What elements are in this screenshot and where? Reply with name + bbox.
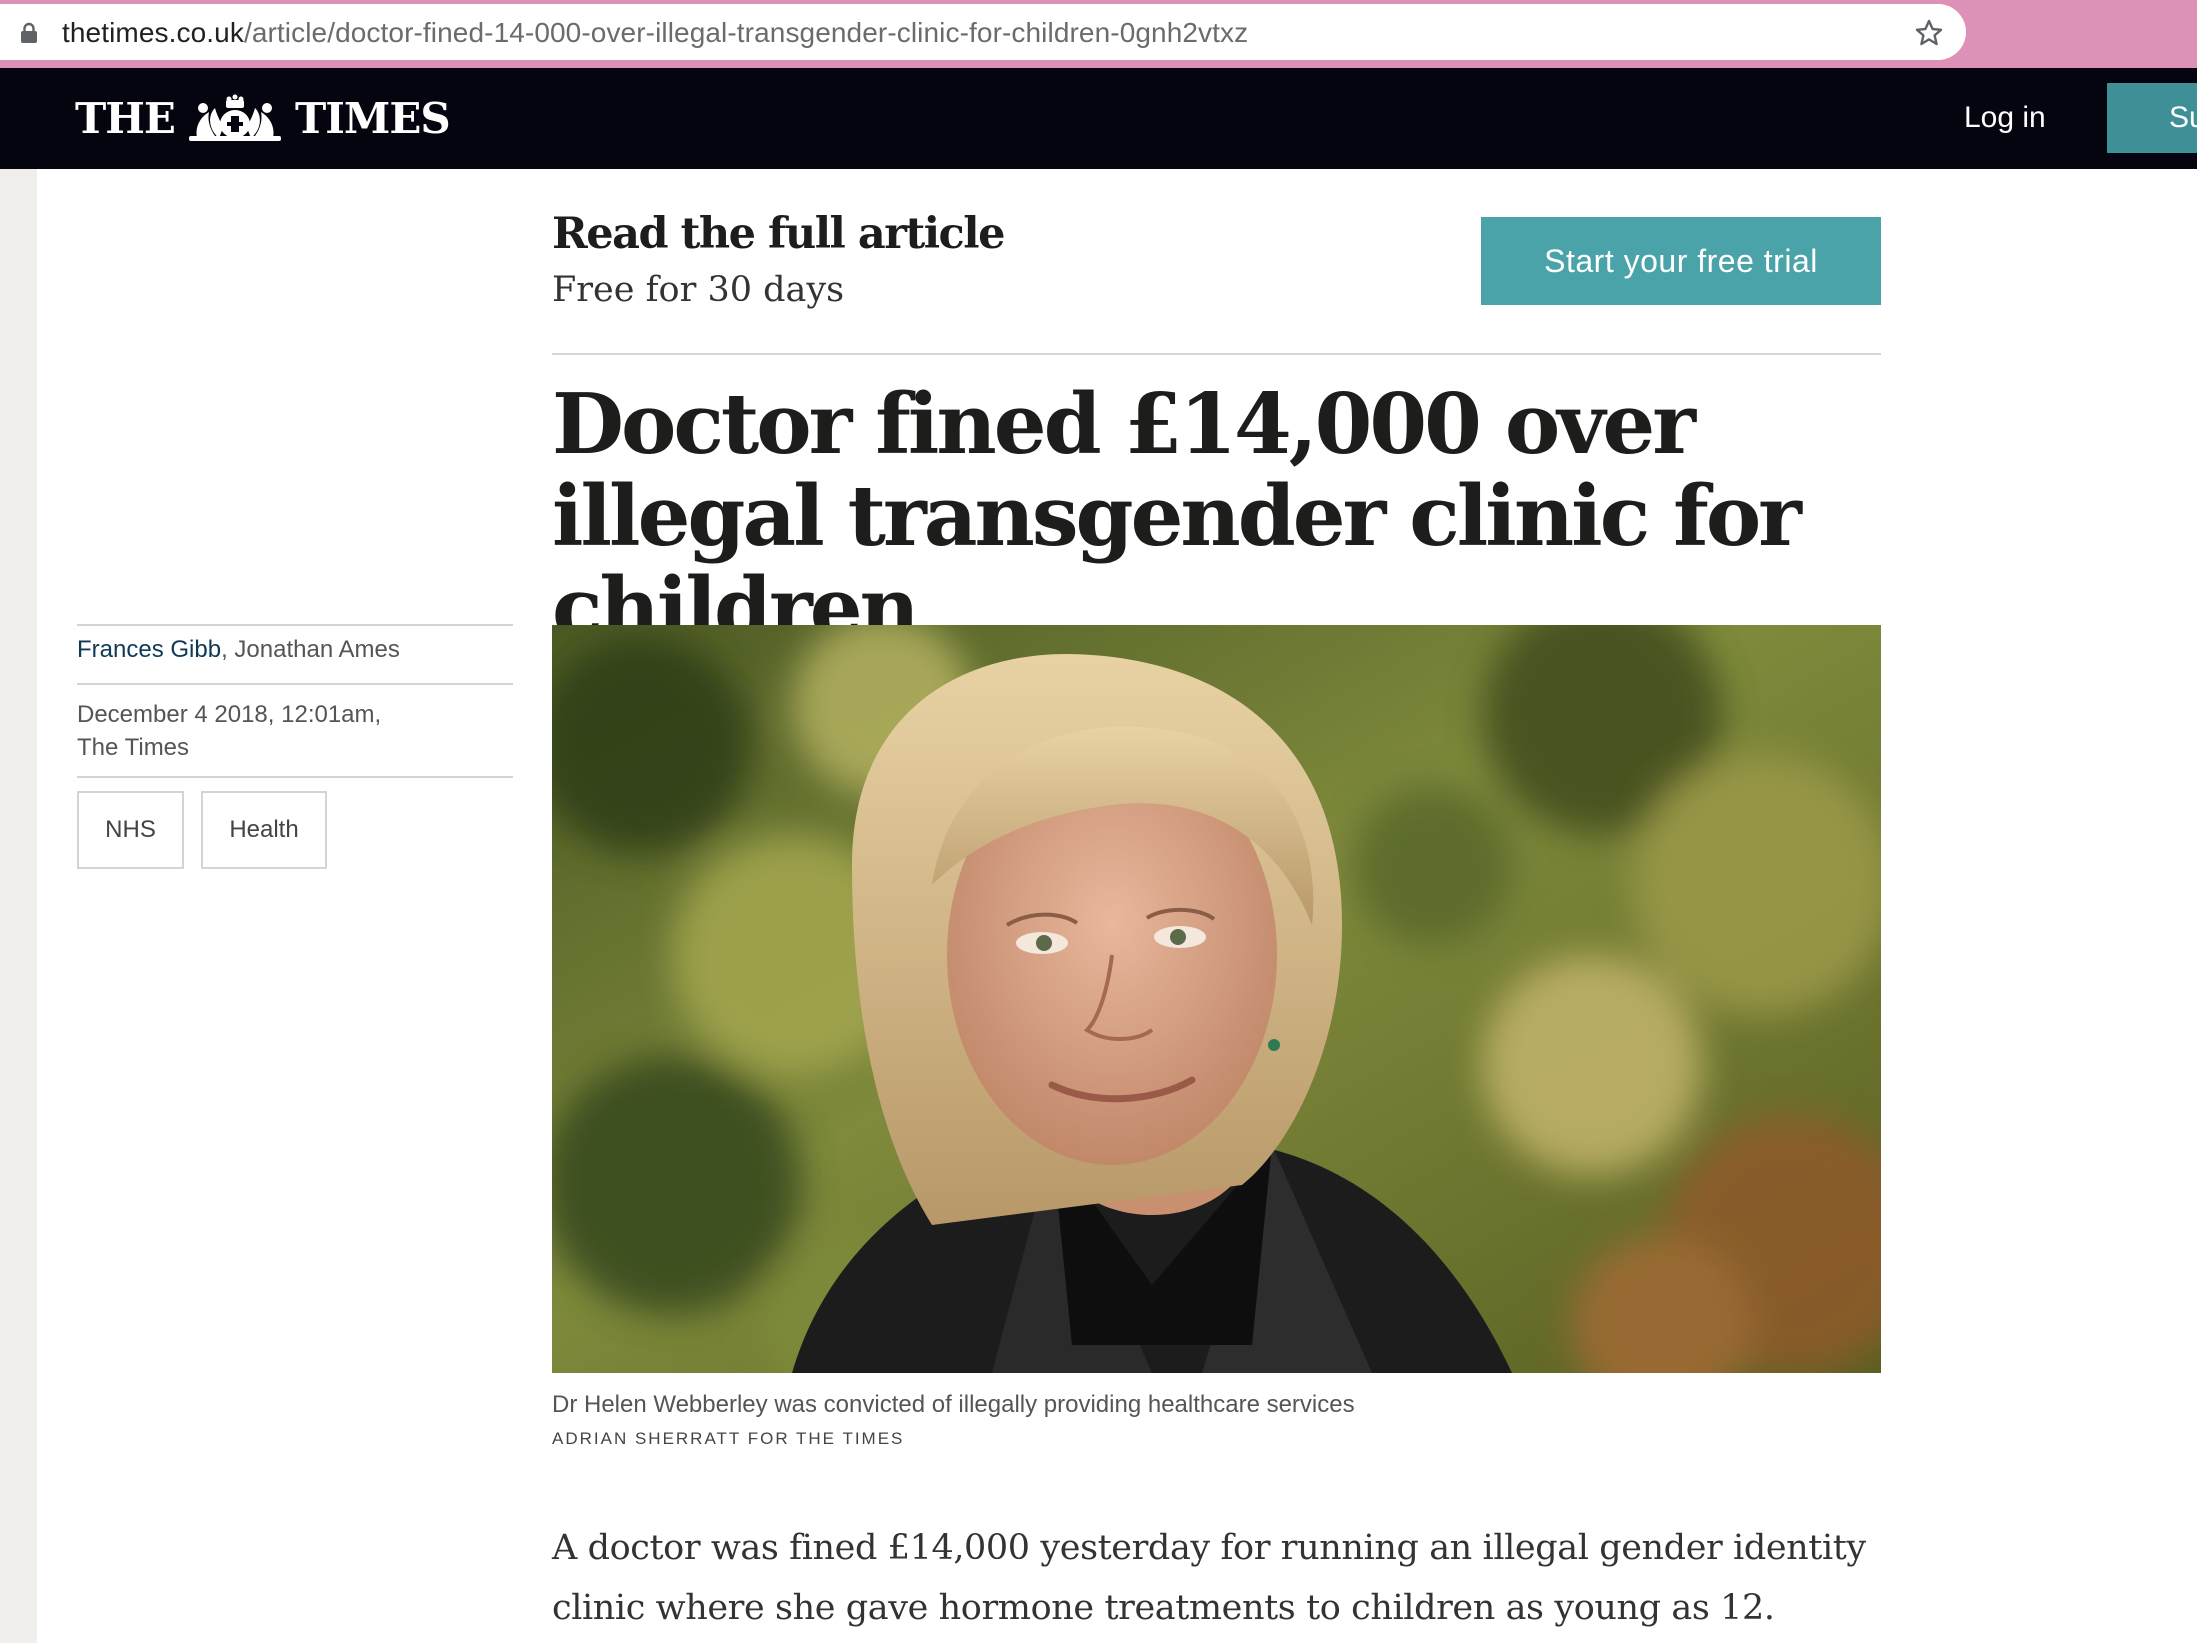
logo-word-the: THE	[75, 93, 176, 143]
banner-subtitle: Free for 30 days	[552, 270, 845, 310]
site-header: THE TIMES Log in Su	[0, 68, 2197, 169]
banner-divider	[552, 353, 1881, 355]
article-headline: Doctor fined £14,000 over illegal transg…	[552, 375, 1802, 657]
bookmark-star-icon[interactable]	[1914, 18, 1944, 48]
article-body-paragraph: A doctor was fined £14,000 yesterday for…	[552, 1528, 1866, 1628]
tag-health[interactable]: Health	[201, 791, 327, 869]
author-link[interactable]: Frances Gibb	[77, 636, 221, 663]
portrait-image	[552, 625, 1881, 1373]
url-text: thetimes.co.uk/article/doctor-fined-14-0…	[62, 16, 1248, 50]
meta-divider	[77, 624, 513, 626]
meta-divider	[77, 776, 513, 778]
author-separator: ,	[221, 636, 228, 663]
url-domain: thetimes.co.uk	[62, 17, 244, 48]
url-field[interactable]: thetimes.co.uk/article/doctor-fined-14-0…	[0, 4, 1966, 60]
logo-word-times: TIMES	[294, 93, 451, 143]
publication-name: The Times	[77, 734, 190, 761]
photo-caption: Dr Helen Webberley was convicted of ille…	[552, 1391, 1355, 1418]
subscribe-button[interactable]: Su	[2107, 83, 2197, 153]
author-name: Jonathan Ames	[234, 636, 400, 663]
dateline: December 4 2018, 12:01am, The Times	[77, 698, 381, 764]
article-photo	[552, 625, 1881, 1373]
meta-divider	[77, 683, 513, 685]
url-path: /article/doctor-fined-14-000-over-illega…	[243, 17, 1249, 48]
byline: Frances Gibb, Jonathan Ames	[77, 634, 400, 666]
lock-icon	[21, 22, 37, 43]
royal-crest-icon	[188, 94, 281, 141]
photo-credit: ADRIAN SHERRATT FOR THE TIMES	[552, 1429, 905, 1448]
start-free-trial-button[interactable]: Start your free trial	[1481, 217, 1881, 305]
the-times-logo[interactable]: THE TIMES	[75, 92, 451, 144]
browser-address-bar: thetimes.co.uk/article/doctor-fined-14-0…	[0, 0, 2197, 68]
page-gutter	[0, 169, 37, 1643]
banner-title: Read the full article	[552, 209, 1005, 259]
publish-date: December 4 2018, 12:01am,	[77, 701, 382, 728]
login-link[interactable]: Log in	[1964, 98, 2046, 138]
tag-nhs[interactable]: NHS	[77, 791, 184, 869]
